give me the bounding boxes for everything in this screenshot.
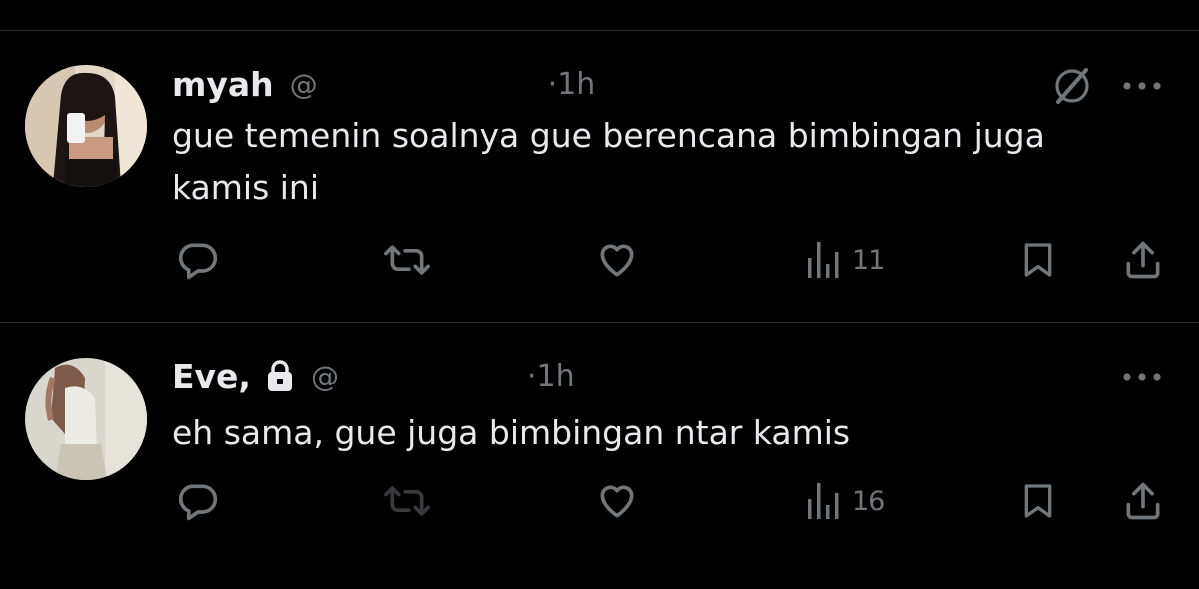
timestamp[interactable]: ·1h xyxy=(548,67,596,102)
handle-at-symbol[interactable]: @ xyxy=(290,68,318,101)
bookmark-icon xyxy=(1018,238,1058,282)
analytics-icon xyxy=(806,481,844,521)
share-button[interactable] xyxy=(1121,235,1165,285)
tweet[interactable]: myah @ ·1h gue temenin soalnya gue beren… xyxy=(0,0,1199,322)
tweet[interactable]: Eve, @ ·1h eh sama, gue juga bimbingan n… xyxy=(0,323,1199,589)
repost-button[interactable] xyxy=(383,235,431,285)
bookmark-button[interactable] xyxy=(1018,235,1058,285)
heart-icon xyxy=(594,238,640,282)
views-button[interactable]: 16 xyxy=(806,476,885,526)
bookmark-button[interactable] xyxy=(1018,476,1058,526)
lock-icon xyxy=(265,359,295,393)
share-button[interactable] xyxy=(1121,476,1165,526)
display-name[interactable]: myah xyxy=(172,65,274,104)
more-options-icon[interactable] xyxy=(1122,80,1162,92)
more-options-icon[interactable] xyxy=(1122,371,1162,383)
tweet-header: myah @ ·1h xyxy=(172,64,595,104)
reply-icon xyxy=(175,479,219,523)
share-icon xyxy=(1121,238,1165,282)
avatar[interactable] xyxy=(25,358,147,480)
grok-icon[interactable] xyxy=(1050,64,1094,108)
reply-button[interactable] xyxy=(175,235,219,285)
like-button[interactable] xyxy=(594,476,640,526)
like-button[interactable] xyxy=(594,235,640,285)
repost-icon xyxy=(383,479,431,523)
tweet-top-right xyxy=(1122,371,1162,383)
reply-button[interactable] xyxy=(175,476,219,526)
handle-at-symbol[interactable]: @ xyxy=(311,360,339,393)
handle-redacted xyxy=(318,69,548,99)
heart-icon xyxy=(594,479,640,523)
view-count: 16 xyxy=(852,485,885,517)
views-button[interactable]: 11 xyxy=(806,235,885,285)
repost-button[interactable] xyxy=(383,476,431,526)
display-name[interactable]: Eve, xyxy=(172,357,251,396)
share-icon xyxy=(1121,479,1165,523)
tweet-text: gue temenin soalnya gue berencana bimbin… xyxy=(172,116,1045,207)
timestamp[interactable]: ·1h xyxy=(527,359,575,394)
tweet-text: eh sama, gue juga bimbingan ntar kamis xyxy=(172,413,851,452)
repost-icon xyxy=(383,238,431,282)
tweet-actions: 11 xyxy=(0,235,1199,285)
reply-icon xyxy=(175,238,219,282)
tweet-top-right xyxy=(1050,64,1162,108)
tweet-actions: 16 xyxy=(0,476,1199,526)
handle-redacted xyxy=(339,361,527,391)
avatar[interactable] xyxy=(25,65,147,187)
tweet-header: Eve, @ ·1h xyxy=(172,356,575,396)
view-count: 11 xyxy=(852,244,885,276)
bookmark-icon xyxy=(1018,479,1058,523)
analytics-icon xyxy=(806,240,844,280)
